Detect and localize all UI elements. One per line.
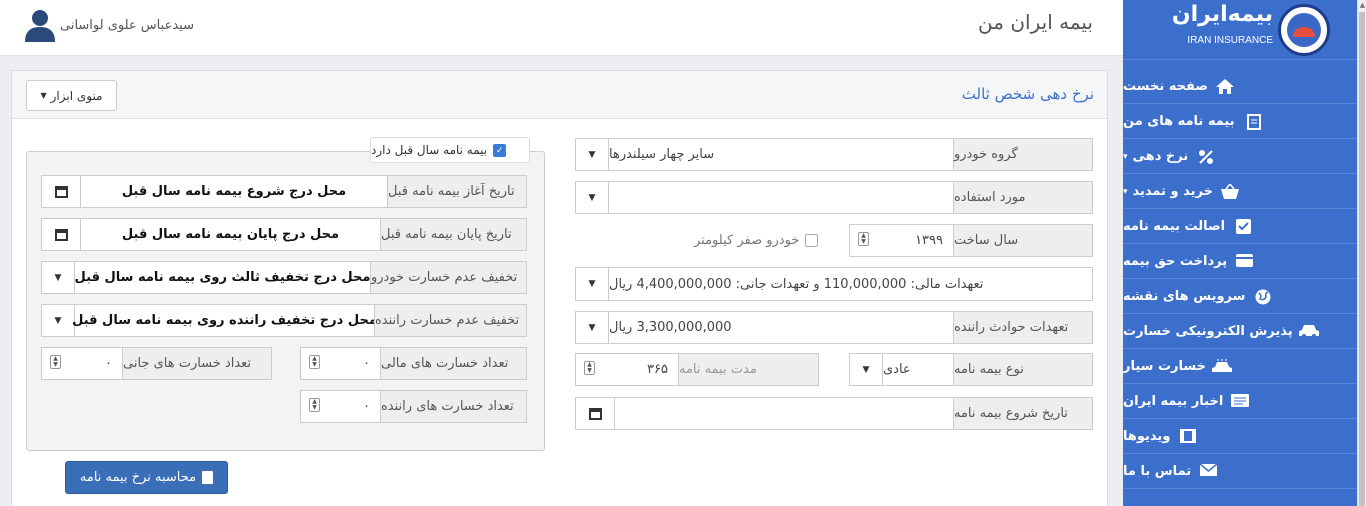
chevron-down-icon: ▾ bbox=[1123, 186, 1128, 197]
sidebar: بیمه‌ایران IRAN INSURANCE صفحه نخست بیمه… bbox=[1123, 0, 1357, 506]
document-icon bbox=[1241, 113, 1261, 130]
financial-claims-label: تعداد خسارت های مالی bbox=[380, 347, 527, 380]
credit-card-icon bbox=[1233, 253, 1254, 270]
newspaper-icon bbox=[1229, 393, 1250, 410]
film-icon bbox=[1176, 428, 1197, 445]
policy-duration-input[interactable]: ▲ ▼ ۳۶۵ bbox=[575, 353, 679, 386]
vehicle-group-label: گروه خودرو bbox=[953, 138, 1093, 171]
panel-header: نرخ دهی شخص ثالث ▼ منوی ابزار bbox=[12, 71, 1107, 119]
zero-km-checkbox-box[interactable] bbox=[805, 234, 819, 247]
vehicle-group-dropdown-button[interactable]: ▼ bbox=[575, 138, 609, 171]
sidebar-item-my-policies[interactable]: بیمه نامه های من bbox=[1123, 105, 1357, 139]
caret-down-icon: ▼ bbox=[40, 91, 47, 100]
policy-type-select[interactable]: عادی bbox=[882, 353, 954, 386]
vehicle-group-select[interactable]: سایر چهار سیلندرها bbox=[608, 138, 954, 171]
prev-start-date-input[interactable]: محل درج شروع بیمه نامه سال قبل bbox=[80, 175, 388, 208]
prev-end-date-input[interactable]: محل درج پایان بیمه نامه سال قبل bbox=[80, 218, 381, 251]
usage-select[interactable] bbox=[608, 181, 954, 214]
calculate-rate-button[interactable]: محاسبه نرخ بیمه نامه bbox=[65, 461, 228, 494]
sidebar-item-mobile-claims[interactable]: خسارت سیار bbox=[1123, 350, 1357, 384]
driver-discount-select[interactable]: محل درج تخفیف راننده روی بیمه نامه سال ق… bbox=[72, 304, 377, 337]
user-name[interactable]: سیدعباس علوی لواسانی bbox=[60, 18, 194, 33]
sidebar-item-contact[interactable]: تماس با ما bbox=[1123, 455, 1357, 489]
sidebar-item-map-services[interactable]: سرویس های نقشه bbox=[1123, 280, 1357, 314]
spinner-icon[interactable]: ▲ ▼ bbox=[584, 361, 595, 375]
sidebar-item-rating[interactable]: نرخ دهی ▾ bbox=[1123, 140, 1357, 174]
driver-accident-label: تعهدات حوادث راننده bbox=[953, 311, 1093, 344]
driver-claims-input[interactable]: ▲ ▼ ۰ bbox=[300, 390, 381, 423]
car-icon bbox=[1298, 324, 1319, 340]
policy-start-calendar-button[interactable] bbox=[575, 397, 615, 430]
driver-discount-label: تخفیف عدم خسارت راننده bbox=[374, 304, 527, 337]
usage-label: مورد استفاده bbox=[953, 181, 1093, 214]
driver-accident-dropdown-button[interactable]: ▼ bbox=[575, 311, 609, 344]
build-year-label: سال ساخت bbox=[953, 224, 1093, 257]
obligations-select[interactable]: تعهدات مالی: 110,000,000 و تعهدات جانی: … bbox=[608, 267, 1093, 301]
sidebar-item-payment[interactable]: پرداخت حق بیمه bbox=[1123, 245, 1357, 279]
car-wash-icon bbox=[1212, 358, 1233, 375]
calendar-icon bbox=[54, 185, 68, 198]
brand-name-fa: بیمه‌ایران bbox=[1171, 2, 1273, 27]
tools-menu-button[interactable]: ▼ منوی ابزار bbox=[26, 80, 117, 111]
check-icon[interactable]: ✓ bbox=[493, 143, 507, 157]
sidebar-item-purchase[interactable]: خرید و تمدید ▾ bbox=[1123, 175, 1357, 209]
obligations-dropdown-button[interactable]: ▼ bbox=[575, 267, 609, 301]
driver-discount-dropdown-button[interactable]: ▼ bbox=[41, 304, 75, 337]
app-title: بیمه ایران من bbox=[978, 10, 1093, 34]
spinner-icon[interactable]: ▲ ▼ bbox=[50, 355, 61, 369]
policy-type-label: نوع بیمه نامه bbox=[953, 353, 1093, 386]
spinner-icon[interactable]: ▲ ▼ bbox=[309, 398, 320, 412]
check-square-icon bbox=[1231, 218, 1252, 235]
bodily-claims-label: تعداد خسارت های جانی bbox=[122, 347, 272, 380]
user-avatar-icon[interactable] bbox=[24, 8, 56, 42]
prev-start-date-label: تاریخ آغاز بیمه نامه قبل bbox=[387, 175, 527, 208]
percent-icon bbox=[1194, 149, 1214, 165]
vehicle-discount-dropdown-button[interactable]: ▼ bbox=[41, 261, 75, 294]
policy-start-input[interactable] bbox=[614, 397, 954, 430]
home-icon bbox=[1214, 78, 1234, 95]
prev-end-calendar-button[interactable] bbox=[41, 218, 81, 251]
sidebar-item-news[interactable]: اخبار بیمه ایران bbox=[1123, 385, 1357, 419]
sidebar-item-e-claims[interactable]: پذیرش الکترونیکی خسارت bbox=[1123, 315, 1357, 349]
calendar-icon bbox=[588, 407, 602, 420]
sidebar-item-videos[interactable]: ویدیوها bbox=[1123, 420, 1357, 454]
usage-dropdown-button[interactable]: ▼ bbox=[575, 181, 609, 214]
driver-accident-select[interactable]: 3,300,000,000 ریال bbox=[608, 311, 954, 344]
calendar-icon bbox=[54, 228, 68, 241]
brand-logo[interactable]: بیمه‌ایران IRAN INSURANCE bbox=[1123, 0, 1357, 60]
sidebar-item-authenticity[interactable]: اصالت بیمه نامه bbox=[1123, 210, 1357, 244]
chevron-down-icon: ▾ bbox=[1123, 151, 1128, 162]
zero-km-checkbox[interactable]: خودرو صفر کیلومتر bbox=[694, 233, 819, 248]
driver-claims-label: تعداد خسارت های راننده bbox=[380, 390, 527, 423]
vehicle-discount-select[interactable]: محل درج تخفیف ثالث روی بیمه نامه سال قبل bbox=[74, 261, 371, 294]
bodily-claims-input[interactable]: ▲ ▼ ۰ bbox=[41, 347, 123, 380]
basket-icon bbox=[1219, 182, 1240, 200]
envelope-icon bbox=[1197, 462, 1218, 480]
has-previous-policy-checkbox[interactable]: ✓ بیمه نامه سال قبل دارد bbox=[370, 137, 530, 163]
spinner-icon[interactable]: ▲ ▼ bbox=[858, 232, 869, 246]
policy-duration-label: مدت بیمه نامه bbox=[678, 353, 819, 386]
spinner-icon[interactable]: ▲ ▼ bbox=[309, 355, 320, 369]
top-header: بیمه ایران من سیدعباس علوی لواسانی bbox=[0, 0, 1123, 56]
financial-claims-input[interactable]: ▲ ▼ ۰ bbox=[300, 347, 381, 380]
page-scrollbar[interactable]: ▲ bbox=[1357, 0, 1366, 506]
logo-emblem-icon bbox=[1278, 4, 1330, 56]
prev-end-date-label: تاریخ پایان بیمه نامه قبل bbox=[380, 218, 527, 251]
brand-name-en: IRAN INSURANCE bbox=[1187, 35, 1273, 46]
vehicle-discount-label: تخفیف عدم خسارت خودرو bbox=[370, 261, 527, 294]
globe-icon bbox=[1251, 289, 1271, 305]
policy-start-label: تاریخ شروع بیمه نامه bbox=[953, 397, 1093, 430]
scroll-up-arrow-icon[interactable]: ▲ bbox=[1358, 0, 1366, 10]
build-year-input[interactable]: ▲ ▼ ۱۳۹۹ bbox=[849, 224, 954, 257]
sidebar-item-home[interactable]: صفحه نخست bbox=[1123, 70, 1357, 104]
policy-type-dropdown-button[interactable]: ▼ bbox=[849, 353, 883, 386]
prev-start-calendar-button[interactable] bbox=[41, 175, 81, 208]
panel-title: نرخ دهی شخص ثالث bbox=[961, 85, 1094, 103]
calculator-icon bbox=[202, 471, 214, 484]
scroll-thumb[interactable] bbox=[1359, 12, 1365, 506]
